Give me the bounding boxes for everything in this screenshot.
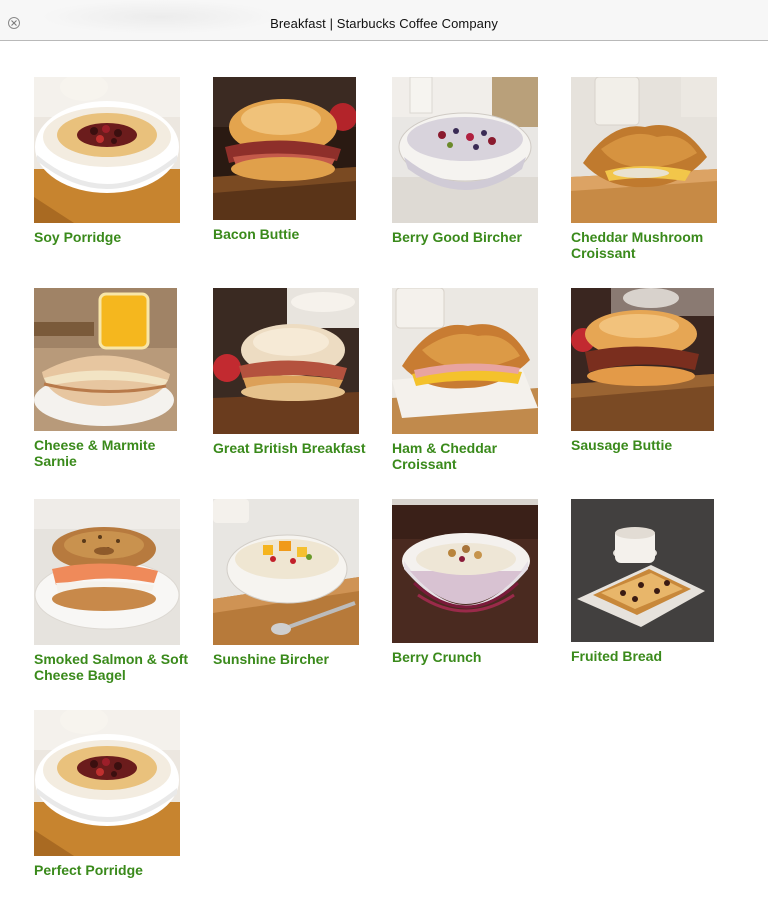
menu-item-label[interactable]: Soy Porridge bbox=[34, 229, 199, 245]
menu-item-label[interactable]: Sausage Buttie bbox=[571, 437, 736, 453]
menu-item-fruited-bread[interactable]: Fruited Bread bbox=[571, 499, 736, 664]
menu-item-label[interactable]: Berry Good Bircher bbox=[392, 229, 557, 245]
breakfast-roll-image[interactable] bbox=[213, 288, 378, 434]
berry-crunch-image[interactable] bbox=[392, 499, 557, 643]
bacon-roll-image[interactable] bbox=[213, 77, 378, 220]
menu-item-label[interactable]: Bacon Buttie bbox=[213, 226, 378, 242]
menu-item-label[interactable]: Sunshine Bircher bbox=[213, 651, 378, 667]
croissant-image[interactable] bbox=[571, 77, 736, 223]
sausage-roll-image[interactable] bbox=[571, 288, 736, 431]
window-titlebar: Breakfast | Starbucks Coffee Company bbox=[0, 0, 768, 41]
panini-image[interactable] bbox=[34, 288, 199, 431]
porridge-bowl-image[interactable] bbox=[34, 710, 199, 856]
bagel-image[interactable] bbox=[34, 499, 199, 645]
menu-item-label[interactable]: Berry Crunch bbox=[392, 649, 557, 665]
menu-item-cheese-marmite-sarnie[interactable]: Cheese & Marmite Sarnie bbox=[34, 288, 199, 469]
menu-item-sunshine-bircher[interactable]: Sunshine Bircher bbox=[213, 499, 378, 667]
menu-item-label[interactable]: Ham & Cheddar Croissant bbox=[392, 440, 557, 472]
menu-item-sausage-buttie[interactable]: Sausage Buttie bbox=[571, 288, 736, 453]
menu-item-label[interactable]: Perfect Porridge bbox=[34, 862, 199, 878]
menu-item-label[interactable]: Cheddar Mushroom Croissant bbox=[571, 229, 736, 261]
menu-item-perfect-porridge[interactable]: Perfect Porridge bbox=[34, 710, 199, 878]
menu-item-label[interactable]: Smoked Salmon & Soft Cheese Bagel bbox=[34, 651, 199, 683]
menu-item-label[interactable]: Fruited Bread bbox=[571, 648, 736, 664]
window-title: Breakfast | Starbucks Coffee Company bbox=[270, 16, 498, 31]
sunshine-bircher-image[interactable] bbox=[213, 499, 378, 645]
bircher-glass-bowl-image[interactable] bbox=[392, 77, 557, 223]
menu-item-bacon-buttie[interactable]: Bacon Buttie bbox=[213, 77, 378, 242]
menu-item-great-british-breakfast[interactable]: Great British Breakfast bbox=[213, 288, 378, 456]
menu-item-ham-cheddar-croissant[interactable]: Ham & Cheddar Croissant bbox=[392, 288, 557, 472]
menu-item-berry-good-bircher[interactable]: Berry Good Bircher bbox=[392, 77, 557, 245]
menu-item-smoked-salmon-bagel[interactable]: Smoked Salmon & Soft Cheese Bagel bbox=[34, 499, 199, 683]
menu-item-berry-crunch[interactable]: Berry Crunch bbox=[392, 499, 557, 665]
menu-item-soy-porridge[interactable]: Soy Porridge bbox=[34, 77, 199, 245]
menu-item-label[interactable]: Great British Breakfast bbox=[213, 440, 378, 456]
fruited-bread-image[interactable] bbox=[571, 499, 736, 642]
ham-croissant-image[interactable] bbox=[392, 288, 557, 434]
menu-item-label[interactable]: Cheese & Marmite Sarnie bbox=[34, 437, 199, 469]
porridge-bowl-image[interactable] bbox=[34, 77, 199, 223]
menu-item-cheddar-mushroom-croissant[interactable]: Cheddar Mushroom Croissant bbox=[571, 77, 736, 261]
